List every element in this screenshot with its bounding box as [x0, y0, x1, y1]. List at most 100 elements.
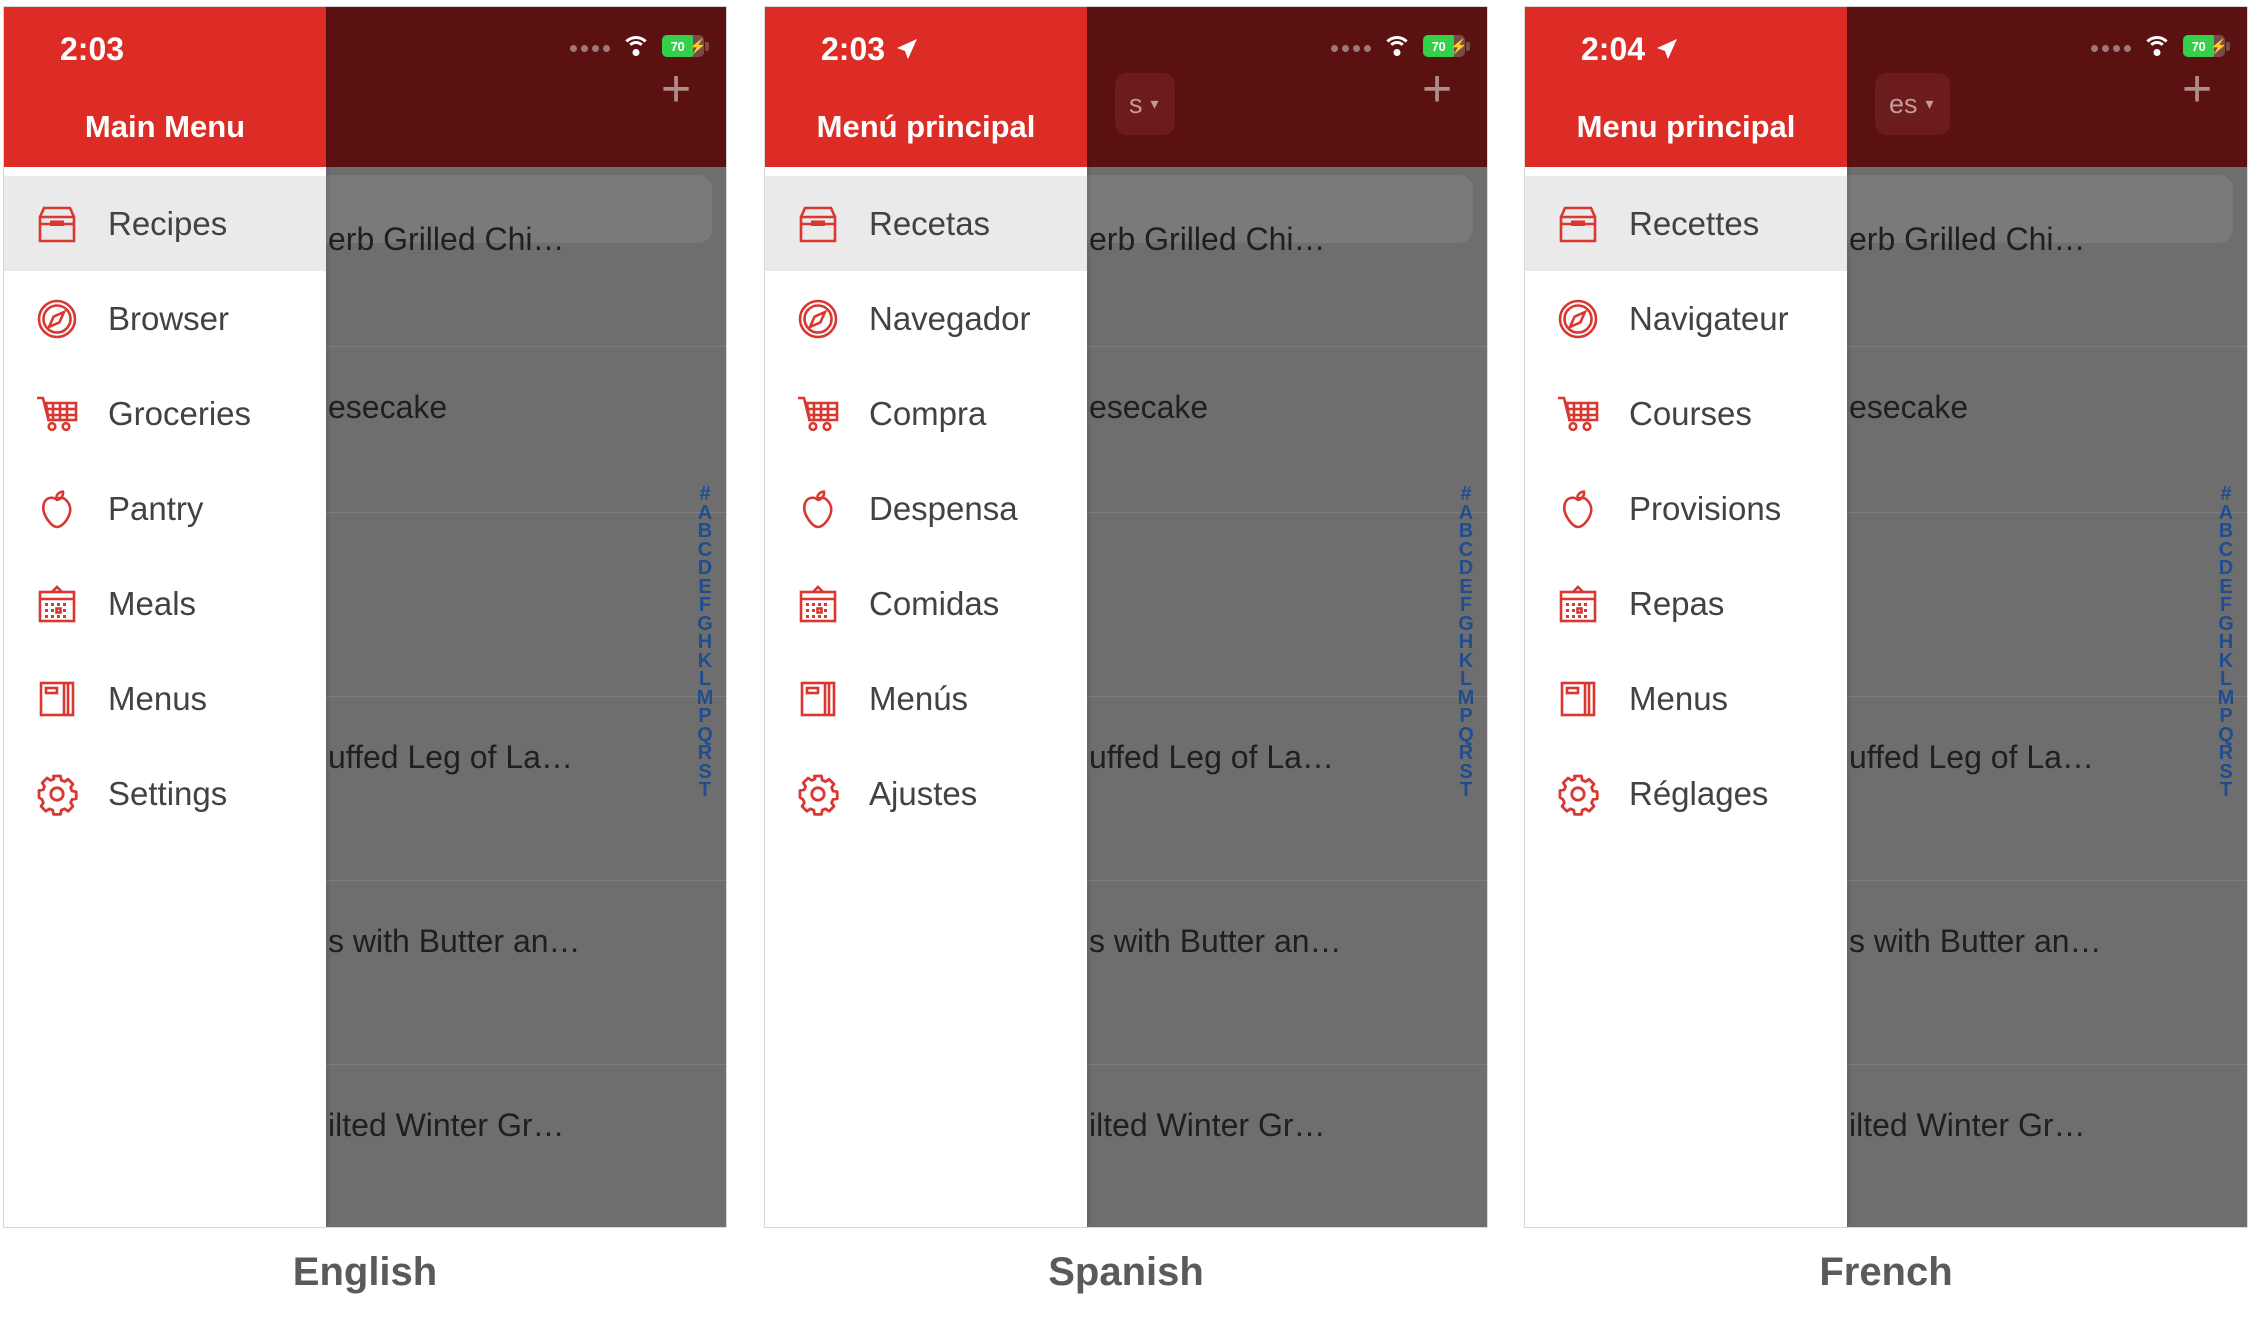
menu-item-groceries[interactable]: Groceries — [4, 366, 326, 461]
index-letter[interactable]: D — [2219, 558, 2233, 577]
menu-item-menus[interactable]: Menus — [1525, 651, 1847, 746]
alphabet-index-bar[interactable]: # A B C D E F G H K L M P Q R S T — [693, 484, 717, 799]
status-bar-time: 2:03 — [60, 31, 124, 68]
menu-item-despensa[interactable]: Despensa — [765, 461, 1087, 556]
add-button[interactable]: + — [652, 63, 700, 115]
drawer-title: Menu principal — [1576, 109, 1796, 144]
index-letter[interactable]: F — [2220, 595, 2232, 614]
recipe-title: s with Butter an… — [1089, 923, 1342, 959]
book-icon — [789, 670, 847, 728]
index-letter[interactable]: L — [699, 669, 711, 688]
menu-item-label: Recipes — [108, 204, 228, 242]
background-filter-dropdown[interactable]: s ▾ — [1115, 73, 1175, 135]
menu-item-repas[interactable]: Repas — [1525, 556, 1847, 651]
menu-item-r-glages[interactable]: Réglages — [1525, 746, 1847, 841]
menu-item-settings[interactable]: Settings — [4, 746, 326, 841]
recipe-title: uffed Leg of La… — [1849, 739, 2094, 775]
calendar-icon — [28, 575, 86, 633]
background-filter-dropdown[interactable]: es ▾ — [1875, 73, 1950, 135]
index-letter[interactable]: T — [1460, 780, 1472, 799]
add-button[interactable]: + — [1413, 63, 1461, 115]
menu-item-label: Settings — [108, 774, 228, 812]
drawer-header: 2:03 Main Menu — [4, 7, 326, 167]
recipe-title: esecake — [328, 389, 448, 425]
index-letter[interactable]: P — [1459, 706, 1472, 725]
index-letter[interactable]: H — [2219, 632, 2233, 651]
index-letter[interactable]: # — [1460, 484, 1471, 503]
index-letter[interactable]: R — [2219, 743, 2233, 762]
index-letter[interactable]: F — [1460, 595, 1472, 614]
menu-item-recettes[interactable]: Recettes — [1525, 176, 1847, 271]
index-letter[interactable]: P — [698, 706, 711, 725]
shopping-cart-icon — [28, 385, 86, 443]
menu-item-recetas[interactable]: Recetas — [765, 176, 1087, 271]
index-letter[interactable]: B — [1459, 521, 1473, 540]
drawer-menu-list: Recetas Navegador Compra Despensa Comida… — [765, 167, 1087, 841]
menu-item-label: Recettes — [1629, 204, 1760, 242]
battery-level-label: 70 — [2191, 38, 2206, 54]
gear-icon — [789, 765, 847, 823]
menu-item-label: Comidas — [869, 584, 1000, 622]
menu-item-ajustes[interactable]: Ajustes — [765, 746, 1087, 841]
index-letter[interactable]: F — [699, 595, 711, 614]
menu-item-comidas[interactable]: Comidas — [765, 556, 1087, 651]
menu-item-label: Despensa — [869, 489, 1018, 527]
index-letter[interactable]: P — [2219, 706, 2232, 725]
charging-bolt-icon: ⚡ — [1450, 38, 1468, 54]
location-arrow-icon — [897, 38, 918, 59]
book-icon — [1549, 670, 1607, 728]
alphabet-index-bar[interactable]: # A B C D E F G H K L M P Q R S T — [2214, 484, 2238, 799]
menu-item-navegador[interactable]: Navegador — [765, 271, 1087, 366]
battery-level-label: 70 — [1431, 38, 1446, 54]
recipe-title: erb Grilled Chi… — [1089, 221, 1326, 257]
apple-icon — [789, 480, 847, 538]
menu-item-menus[interactable]: Menus — [4, 651, 326, 746]
menu-item-compra[interactable]: Compra — [765, 366, 1087, 461]
recipe-box-icon — [1549, 195, 1607, 253]
index-letter[interactable]: D — [698, 558, 712, 577]
index-letter[interactable]: R — [698, 743, 712, 762]
charging-bolt-icon: ⚡ — [2210, 38, 2228, 54]
time-label: 2:03 — [821, 31, 886, 67]
menu-item-pantry[interactable]: Pantry — [4, 461, 326, 556]
index-letter[interactable]: D — [1459, 558, 1473, 577]
language-caption: French — [1819, 1250, 1953, 1294]
index-letter[interactable]: B — [2219, 521, 2233, 540]
menu-item-meals[interactable]: Meals — [4, 556, 326, 651]
wifi-icon — [621, 35, 651, 57]
menu-item-label: Pantry — [108, 489, 204, 527]
signal-dots-icon — [2091, 40, 2131, 52]
menu-item-label: Menús — [869, 679, 969, 717]
menu-item-label: Réglages — [1629, 774, 1769, 812]
side-drawer: 2:03 Menú principal Recetas Navegador Com… — [765, 7, 1087, 1227]
comparison-board: 70 ⚡ + erb Grilled Chi… esecake uffed Leg of … — [0, 0, 2265, 1329]
index-letter[interactable]: # — [2220, 484, 2231, 503]
menu-item-navigateur[interactable]: Navigateur — [1525, 271, 1847, 366]
battery-icon: 70 ⚡ — [2183, 35, 2230, 57]
index-letter[interactable]: H — [698, 632, 712, 651]
add-button[interactable]: + — [2173, 63, 2221, 115]
menu-item-label: Courses — [1629, 394, 1752, 432]
index-letter[interactable]: L — [2220, 669, 2232, 688]
alphabet-index-bar[interactable]: # A B C D E F G H K L M P Q R S T — [1454, 484, 1478, 799]
index-letter[interactable]: T — [699, 780, 711, 799]
menu-item-men-s[interactable]: Menús — [765, 651, 1087, 746]
index-letter[interactable]: B — [698, 521, 712, 540]
index-letter[interactable]: # — [699, 484, 710, 503]
menu-item-browser[interactable]: Browser — [4, 271, 326, 366]
index-letter[interactable]: T — [2220, 780, 2232, 799]
index-letter[interactable]: H — [1459, 632, 1473, 651]
battery-tip — [2226, 42, 2230, 51]
background-status-bar: 70 ⚡ — [2091, 29, 2230, 63]
compass-icon — [789, 290, 847, 348]
menu-item-recipes[interactable]: Recipes — [4, 176, 326, 271]
recipe-box-icon — [789, 195, 847, 253]
menu-item-provisions[interactable]: Provisions — [1525, 461, 1847, 556]
index-letter[interactable]: L — [1460, 669, 1472, 688]
index-letter[interactable]: R — [1459, 743, 1473, 762]
menu-item-courses[interactable]: Courses — [1525, 366, 1847, 461]
phone-panel: 70 ⚡ es ▾ + erb Grilled Chi… esecake uffed Leg … — [1524, 6, 2248, 1228]
wifi-icon — [2142, 35, 2172, 57]
recipe-box-icon — [28, 195, 86, 253]
side-drawer: 2:03 Main Menu Recipes Browser Groceries … — [4, 7, 326, 1227]
